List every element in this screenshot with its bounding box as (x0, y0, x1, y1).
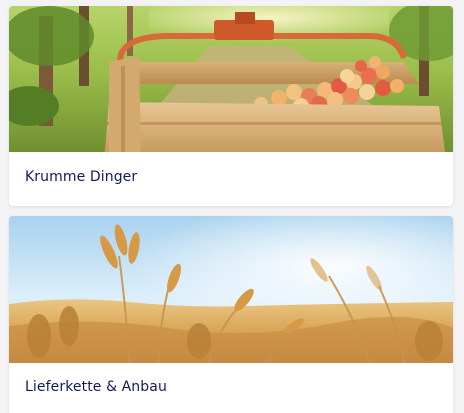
wheat-field-photo (9, 216, 453, 363)
category-card-krumme-dinger[interactable]: Krumme Dinger (9, 6, 453, 206)
apple-crate-photo (9, 6, 453, 152)
category-card-lieferkette-anbau[interactable]: Lieferkette & Anbau (9, 216, 453, 413)
card-label: Lieferkette & Anbau (25, 379, 167, 395)
card-label: Krumme Dinger (25, 169, 138, 185)
